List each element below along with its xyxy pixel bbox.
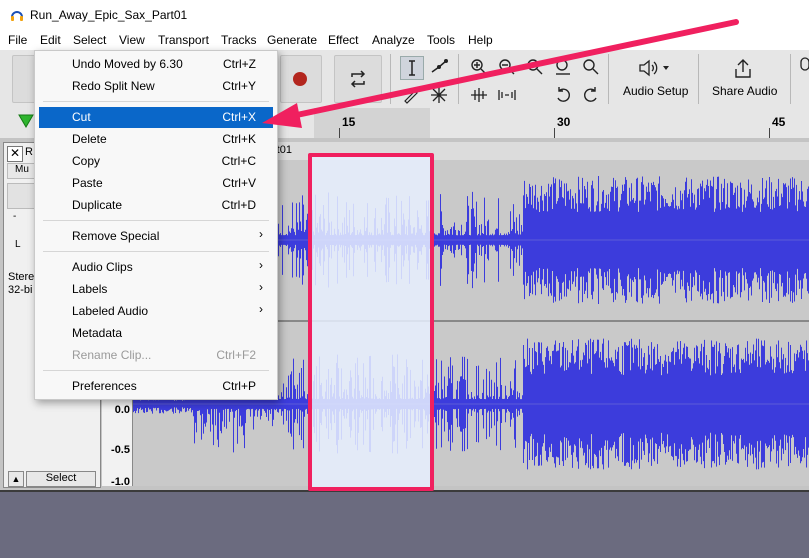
zoom-in-icon[interactable] — [468, 56, 490, 78]
envelope-icon — [431, 59, 448, 73]
redo-icon[interactable] — [580, 84, 602, 106]
submenu-arrow-icon: › — [259, 227, 263, 241]
submenu-arrow-icon: › — [259, 280, 263, 294]
play-head-icon[interactable] — [18, 114, 34, 128]
record-icon — [293, 72, 307, 86]
microphone-icon[interactable] — [796, 56, 809, 78]
menu-item-rename-clip: Rename Clip... Ctrl+F2 — [72, 348, 256, 362]
menu-item-metadata[interactable]: Metadata — [39, 323, 273, 344]
fit-project-icon[interactable] — [552, 56, 574, 78]
trim-icon[interactable] — [468, 84, 490, 106]
share-audio-label: Share Audio — [712, 84, 778, 98]
menu-transport[interactable]: Transport — [158, 33, 209, 47]
menu-separator — [43, 101, 269, 102]
menu-item-remove-special[interactable]: Remove Special › — [39, 226, 273, 247]
menu-separator — [43, 370, 269, 371]
zoom-toggle-icon[interactable] — [580, 56, 602, 78]
audacity-logo-icon — [11, 11, 23, 21]
close-track-icon[interactable]: ✕ — [7, 146, 23, 162]
record-button[interactable] — [280, 55, 322, 103]
gain-label: - — [13, 211, 17, 222]
mute-button[interactable]: Mu — [7, 163, 37, 179]
toolbar-separator — [698, 54, 699, 104]
window-title: Run_Away_Epic_Sax_Part01 — [30, 8, 188, 22]
menu-item-labels[interactable]: Labels › — [39, 279, 273, 300]
menu-item-paste[interactable]: Paste Ctrl+V — [39, 173, 273, 194]
menu-item-undo[interactable]: Undo Moved by 6.30 Ctrl+Z — [39, 54, 273, 75]
select-track-button[interactable]: Select — [26, 471, 96, 487]
multi-tool-button[interactable] — [428, 84, 450, 106]
ibeam-icon — [409, 60, 415, 76]
speaker-icon — [639, 59, 669, 77]
track-format-info: Stere — [8, 271, 35, 283]
menu-tools[interactable]: Tools — [427, 33, 455, 47]
menu-bar: File Edit Select View Transport Tracks G… — [0, 32, 809, 50]
edit-menu-dropdown: Undo Moved by 6.30 Ctrl+Z Redo Split New C… — [34, 50, 278, 400]
pan-label: L — [15, 239, 21, 250]
menu-analyze[interactable]: Analyze — [372, 33, 415, 47]
timeline-tick: 15 — [342, 115, 356, 129]
menu-select[interactable]: Select — [73, 33, 106, 47]
silence-icon[interactable] — [496, 84, 518, 106]
ruler-label: 0.0 — [114, 404, 130, 416]
toolbar-separator — [458, 54, 459, 104]
audio-setup-label: Audio Setup — [623, 84, 689, 98]
menu-separator — [43, 251, 269, 252]
track-bitdepth-info: 32-bi — [8, 284, 33, 296]
toolbar-separator — [390, 54, 391, 104]
menu-effect[interactable]: Effect — [328, 33, 358, 47]
share-audio-button[interactable]: Share Audio — [706, 54, 782, 104]
loop-button[interactable] — [334, 55, 382, 103]
timeline-tick: 30 — [557, 115, 571, 129]
menu-item-cut[interactable]: Cut Ctrl+X — [39, 107, 273, 128]
ruler-label: -1.0 — [111, 476, 130, 488]
menu-file[interactable]: File — [8, 33, 27, 47]
audio-setup-button[interactable]: Audio Setup — [618, 54, 692, 104]
submenu-arrow-icon: › — [259, 302, 263, 316]
draw-tool-button[interactable] — [400, 84, 422, 106]
loop-icon — [350, 70, 366, 88]
menu-tracks[interactable]: Tracks — [221, 33, 257, 47]
share-icon — [735, 59, 751, 78]
fit-selection-icon[interactable] — [524, 56, 546, 78]
envelope-tool-button[interactable] — [428, 56, 450, 78]
ruler-label: -0.5 — [111, 444, 130, 456]
menu-item-duplicate[interactable]: Duplicate Ctrl+D — [39, 195, 273, 216]
menu-view[interactable]: View — [119, 33, 145, 47]
menu-separator — [43, 220, 269, 221]
title-bar: Run_Away_Epic_Sax_Part01 — [0, 0, 809, 32]
track-name[interactable]: R — [25, 146, 33, 158]
menu-item-copy[interactable]: Copy Ctrl+C — [39, 151, 273, 172]
toolbar-separator — [608, 54, 609, 104]
timeline-tick: 45 — [772, 115, 786, 129]
selection-highlight-box — [308, 153, 434, 491]
undo-icon[interactable] — [552, 84, 574, 106]
menu-item-redo[interactable]: Redo Split New Ctrl+Y — [39, 76, 273, 97]
menu-generate[interactable]: Generate — [267, 33, 317, 47]
menu-help[interactable]: Help — [468, 33, 493, 47]
menu-item-labeled-audio[interactable]: Labeled Audio › — [39, 301, 273, 322]
zoom-out-icon[interactable] — [496, 56, 518, 78]
pencil-icon — [404, 90, 418, 104]
toolbar-separator — [790, 54, 791, 104]
menu-item-audio-clips[interactable]: Audio Clips › — [39, 257, 273, 278]
menu-item-delete[interactable]: Delete Ctrl+K — [39, 129, 273, 150]
submenu-arrow-icon: › — [259, 258, 263, 272]
selection-tool-button[interactable] — [400, 56, 424, 80]
timeline-selection — [314, 108, 430, 138]
menu-item-preferences[interactable]: Preferences Ctrl+P — [39, 376, 273, 397]
collapse-track-icon[interactable]: ▲ — [8, 471, 24, 487]
multi-tool-icon — [431, 87, 447, 103]
menu-edit[interactable]: Edit — [40, 33, 61, 47]
